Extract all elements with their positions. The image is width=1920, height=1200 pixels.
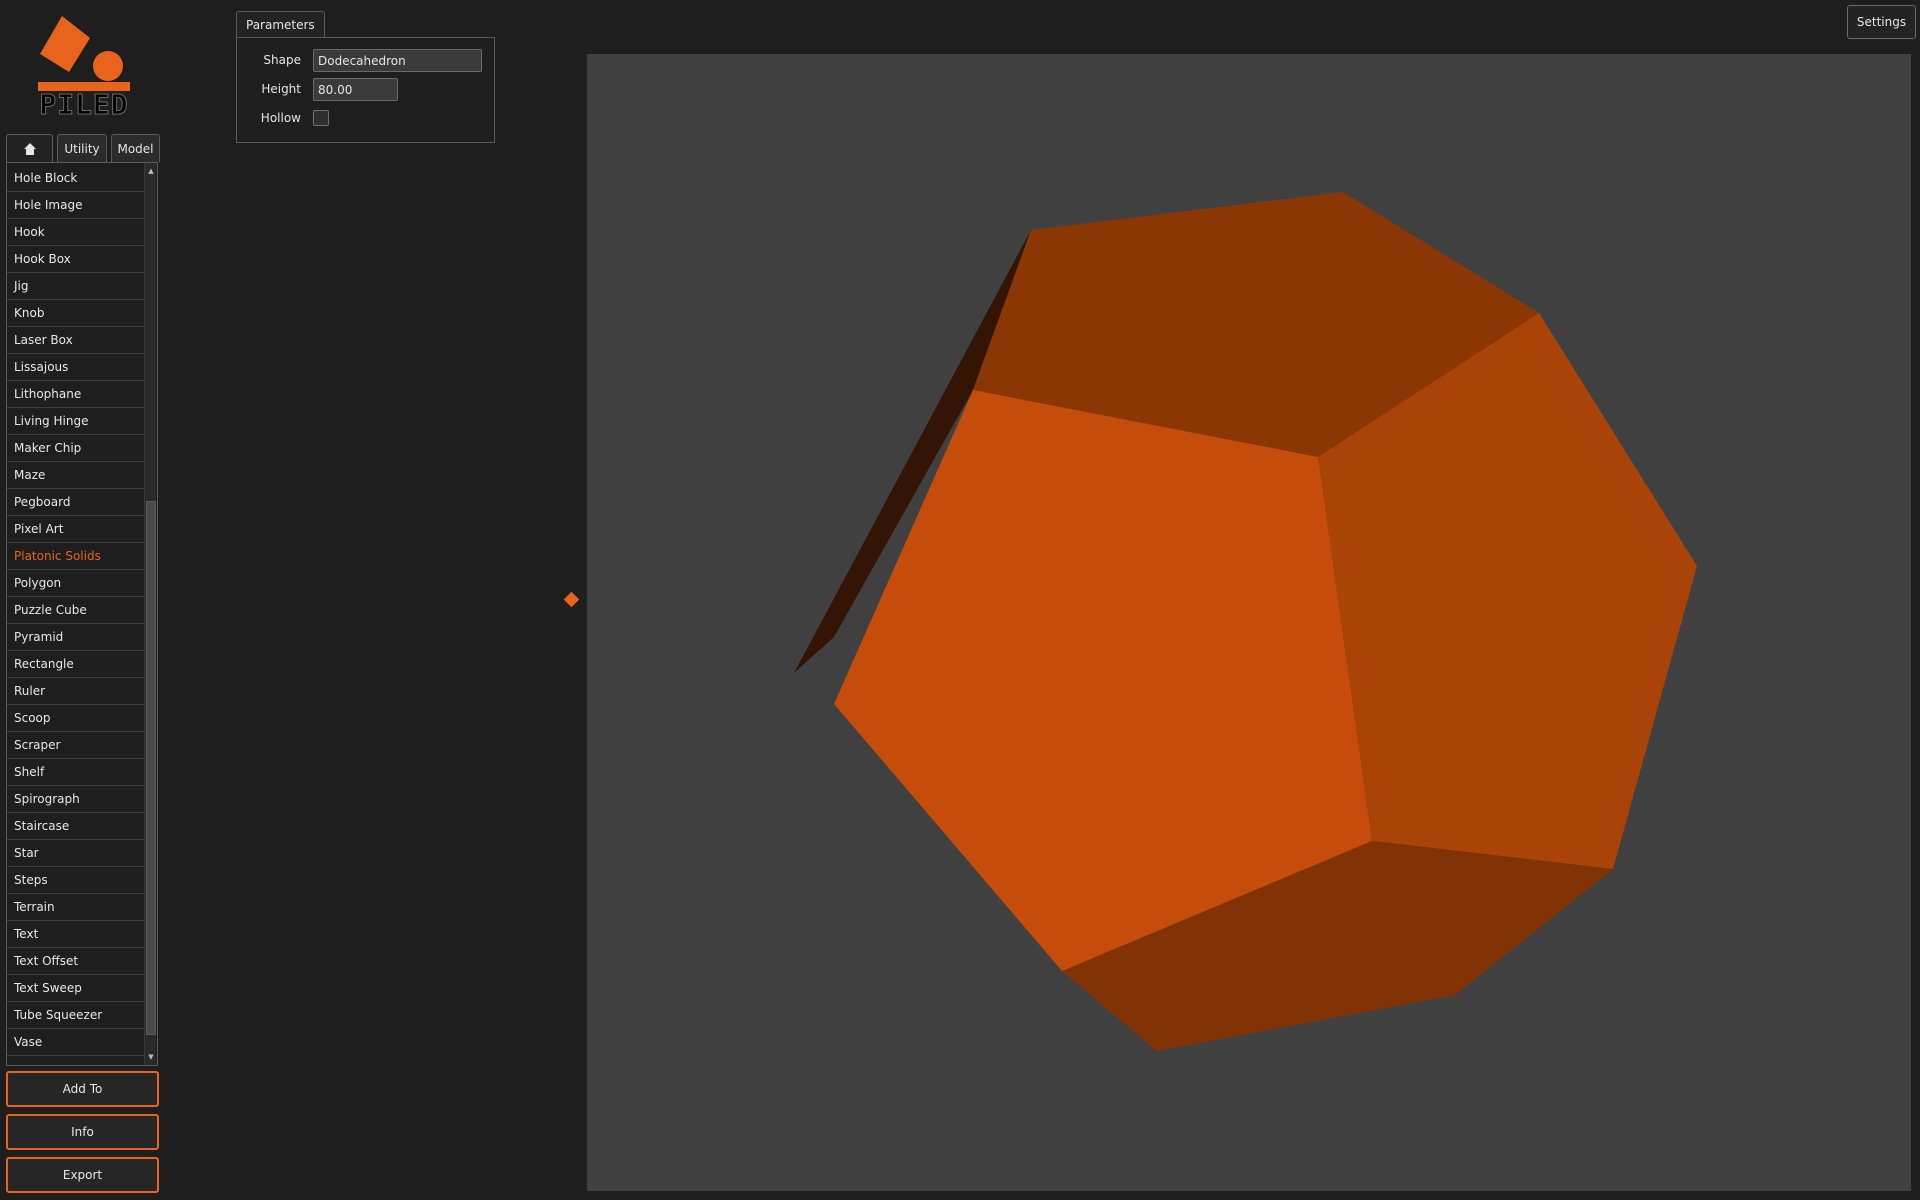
list-item[interactable]: Staircase — [7, 813, 145, 840]
list-item[interactable]: Shelf — [7, 759, 145, 786]
app-window: PILED Utility Model Hole Block Hole Image… — [0, 0, 1920, 1200]
list-item[interactable]: Text Sweep — [7, 975, 145, 1002]
brand-text: PILED — [39, 88, 129, 122]
list-item[interactable]: Lithophane — [7, 381, 145, 408]
list-item[interactable]: Lissajous — [7, 354, 145, 381]
list-item[interactable]: Laser Box — [7, 327, 145, 354]
list-item[interactable]: Hole Image — [7, 192, 145, 219]
hollow-label: Hollow — [260, 111, 301, 125]
list-item[interactable]: Pegboard — [7, 489, 145, 516]
home-icon — [23, 142, 36, 155]
scroll-down-icon[interactable]: ▼ — [146, 1051, 156, 1063]
list-item[interactable]: Text — [7, 921, 145, 948]
height-label: Height — [261, 82, 301, 96]
list-item[interactable]: Pixel Art — [7, 516, 145, 543]
hollow-checkbox[interactable] — [313, 110, 329, 126]
list-item[interactable]: Steps — [7, 867, 145, 894]
list-item[interactable]: Polygon — [7, 570, 145, 597]
list-item[interactable]: Hole Block — [7, 165, 145, 192]
scroll-up-icon[interactable]: ▲ — [146, 165, 156, 177]
list-item[interactable]: Pyramid — [7, 624, 145, 651]
list-scrollbar[interactable]: ▲ ▼ — [144, 163, 156, 1065]
list-item[interactable]: Living Hinge — [7, 408, 145, 435]
tab-model[interactable]: Model — [111, 134, 160, 162]
info-button[interactable]: Info — [6, 1114, 159, 1150]
list-item[interactable]: Tube Squeezer — [7, 1002, 145, 1029]
shape-label: Shape — [263, 53, 301, 67]
list-item[interactable]: Vase — [7, 1029, 145, 1056]
tab-utility[interactable]: Utility — [57, 134, 107, 162]
list-item[interactable]: Terrain — [7, 894, 145, 921]
shape-field[interactable] — [313, 49, 482, 72]
list-item[interactable]: Jig — [7, 273, 145, 300]
list-item[interactable]: Ruler — [7, 678, 145, 705]
list-item[interactable]: Rectangle — [7, 651, 145, 678]
list-item[interactable]: Scoop — [7, 705, 145, 732]
list-item[interactable]: Hook — [7, 219, 145, 246]
tab-parameters[interactable]: Parameters — [236, 11, 325, 38]
list-item[interactable]: Scraper — [7, 732, 145, 759]
piled-logo: PILED — [36, 16, 132, 122]
settings-button[interactable]: Settings — [1847, 5, 1916, 39]
export-button[interactable]: Export — [6, 1157, 159, 1193]
3d-viewport[interactable] — [587, 54, 1911, 1191]
list-item[interactable]: Maker Chip — [7, 435, 145, 462]
height-field[interactable] — [313, 78, 398, 101]
splitter-handle[interactable] — [563, 591, 580, 608]
list-item[interactable]: Star — [7, 840, 145, 867]
list-item[interactable]: Puzzle Cube — [7, 597, 145, 624]
logo-mark-icon — [38, 16, 130, 91]
add-to-button[interactable]: Add To — [6, 1071, 159, 1107]
list-item[interactable]: Maze — [7, 462, 145, 489]
list-item[interactable]: Spirograph — [7, 786, 145, 813]
model-list-items: Hole Block Hole Image Hook Hook Box Jig Knob L… — [7, 165, 145, 1056]
scroll-thumb[interactable] — [146, 501, 156, 1035]
list-item[interactable]: Text Offset — [7, 948, 145, 975]
list-item[interactable]: Knob — [7, 300, 145, 327]
list-item[interactable]: Hook Box — [7, 246, 145, 273]
tab-home[interactable] — [6, 134, 53, 162]
model-list[interactable]: Hole Block Hole Image Hook Hook Box Jig Knob L… — [6, 162, 158, 1066]
parameters-panel: Shape Height Hollow — [236, 37, 495, 143]
list-item[interactable]: Platonic Solids — [7, 543, 145, 570]
dodecahedron-model — [794, 192, 1697, 1051]
